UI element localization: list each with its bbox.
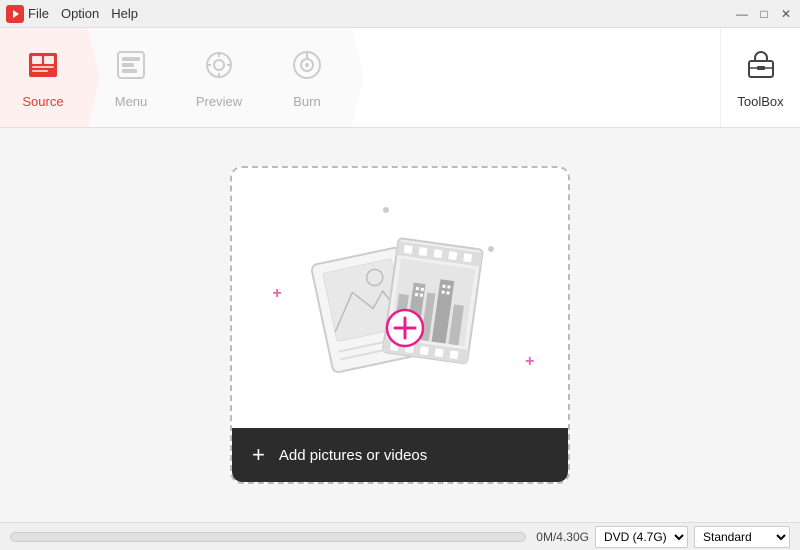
file-menu[interactable]: File xyxy=(28,6,49,21)
standard-select[interactable]: Standard High Quality Custom xyxy=(694,526,790,548)
help-menu[interactable]: Help xyxy=(111,6,138,21)
title-bar-controls: — □ ✕ xyxy=(734,6,794,22)
preview-icon xyxy=(201,47,237,90)
toolbox-button[interactable]: ToolBox xyxy=(720,28,800,127)
drop-zone[interactable]: + + xyxy=(230,166,570,484)
option-menu[interactable]: Option xyxy=(61,6,99,21)
step-source[interactable]: Source xyxy=(0,28,100,127)
toolbox-label: ToolBox xyxy=(737,94,783,109)
step-burn-label: Burn xyxy=(293,94,320,109)
deco-plus-topleft: + xyxy=(272,285,281,303)
progress-bar xyxy=(10,532,526,542)
source-icon xyxy=(25,47,61,90)
close-button[interactable]: ✕ xyxy=(778,6,794,22)
minimize-button[interactable]: — xyxy=(734,6,750,22)
step-preview[interactable]: Preview xyxy=(176,28,276,127)
app-icon xyxy=(6,5,24,23)
add-media-label: Add pictures or videos xyxy=(279,447,427,464)
status-bar: 0M/4.30G DVD (4.7G) BD (25G) BD (50G) St… xyxy=(0,522,800,550)
toolbox-icon xyxy=(743,47,779,90)
menu-icon xyxy=(113,47,149,90)
maximize-button[interactable]: □ xyxy=(756,6,772,22)
step-preview-label: Preview xyxy=(196,94,242,109)
toolbar: Source Menu xyxy=(0,28,800,128)
add-media-button[interactable]: + Add pictures or videos xyxy=(232,428,568,482)
title-bar: File Option Help — □ ✕ xyxy=(0,0,800,28)
illustration xyxy=(300,213,500,393)
burn-icon xyxy=(289,47,325,90)
add-plus-icon: + xyxy=(252,444,265,466)
main-content: + + xyxy=(0,128,800,522)
step-source-label: Source xyxy=(22,94,63,109)
step-burn[interactable]: Burn xyxy=(264,28,364,127)
disc-type-select[interactable]: DVD (4.7G) BD (25G) BD (50G) xyxy=(595,526,688,548)
status-right: 0M/4.30G DVD (4.7G) BD (25G) BD (50G) St… xyxy=(536,526,790,548)
menu-bar: File Option Help xyxy=(28,6,138,21)
step-menu[interactable]: Menu xyxy=(88,28,188,127)
storage-info: 0M/4.30G xyxy=(536,530,589,544)
step-menu-label: Menu xyxy=(115,94,148,109)
nav-steps: Source Menu xyxy=(0,28,720,127)
drop-zone-visual: + + xyxy=(232,168,568,428)
deco-plus-bottomright: + xyxy=(525,353,534,371)
